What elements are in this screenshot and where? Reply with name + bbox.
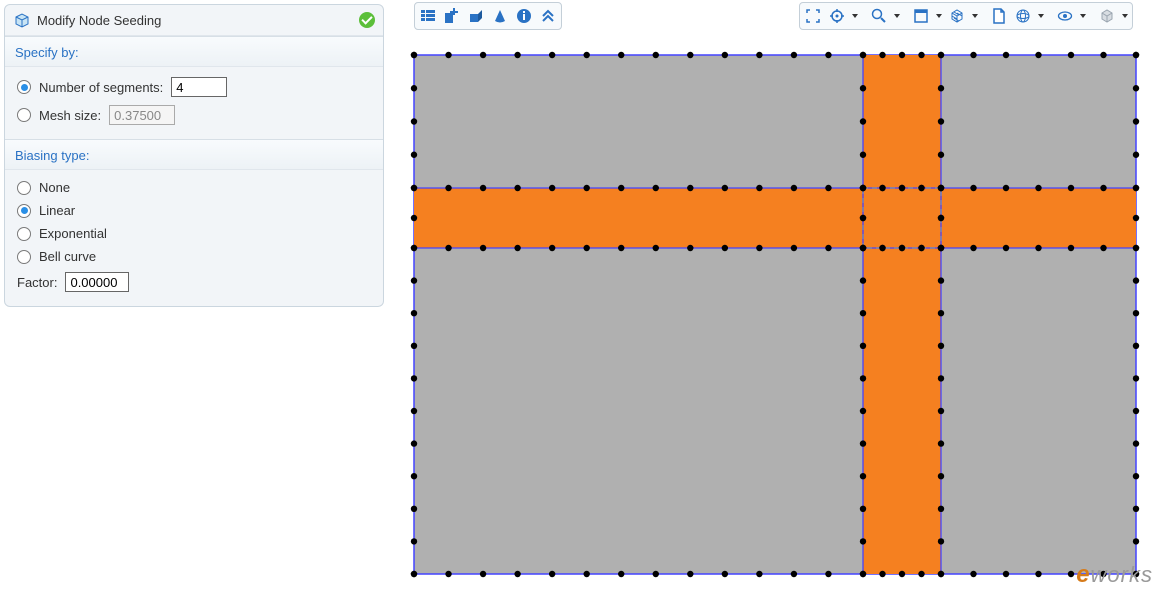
specify-by-section: Specify by: Number of segments: Mesh siz…	[5, 36, 383, 139]
page-icon[interactable]	[988, 5, 1010, 27]
mesh-viewport[interactable]	[402, 34, 1150, 590]
check-ok-icon	[359, 12, 375, 28]
window-dropdown[interactable]	[934, 5, 944, 27]
fit-view-icon[interactable]	[802, 5, 824, 27]
modify-node-seeding-panel: Modify Node Seeding Specify by: Number o…	[4, 4, 384, 307]
specify-by-title: Specify by:	[5, 37, 383, 67]
target-icon[interactable]	[826, 5, 848, 27]
shaded-cube-icon[interactable]	[1096, 5, 1118, 27]
biasing-type-section: Biasing type: None Linear Exponential Be…	[5, 139, 383, 306]
zoom-icon[interactable]	[868, 5, 890, 27]
radio-none[interactable]	[17, 181, 31, 195]
sphere-wireframe-icon[interactable]	[1012, 5, 1034, 27]
none-label: None	[39, 180, 70, 195]
radio-number-of-segments[interactable]	[17, 80, 31, 94]
toolbar-left	[414, 2, 562, 30]
eye-dropdown[interactable]	[1078, 5, 1088, 27]
eye-icon[interactable]	[1054, 5, 1076, 27]
shaded-cube-dropdown[interactable]	[1120, 5, 1130, 27]
list-view-icon[interactable]	[417, 5, 439, 27]
info-icon[interactable]	[513, 5, 535, 27]
panel-header: Modify Node Seeding	[5, 5, 383, 36]
panel-title: Modify Node Seeding	[37, 13, 359, 28]
factor-label: Factor:	[17, 275, 57, 290]
meshsize-input	[109, 105, 175, 125]
radio-bell-curve[interactable]	[17, 250, 31, 264]
collapse-up-icon[interactable]	[537, 5, 559, 27]
3d-cube-dropdown[interactable]	[970, 5, 980, 27]
window-icon[interactable]	[910, 5, 932, 27]
zoom-dropdown[interactable]	[892, 5, 902, 27]
cone-icon[interactable]	[489, 5, 511, 27]
target-dropdown[interactable]	[850, 5, 860, 27]
bell-label: Bell curve	[39, 249, 96, 264]
radio-mesh-size[interactable]	[17, 108, 31, 122]
radio-exponential[interactable]	[17, 227, 31, 241]
add-part-icon[interactable]	[441, 5, 463, 27]
segments-input[interactable]	[171, 77, 227, 97]
radio-linear[interactable]	[17, 204, 31, 218]
exponential-label: Exponential	[39, 226, 107, 241]
shape-icon[interactable]	[465, 5, 487, 27]
cube-icon	[13, 11, 31, 29]
3d-cube-icon[interactable]	[946, 5, 968, 27]
factor-input[interactable]	[65, 272, 129, 292]
biasing-title: Biasing type:	[5, 140, 383, 170]
meshsize-label: Mesh size:	[39, 108, 101, 123]
segments-label: Number of segments:	[39, 80, 163, 95]
sphere-dropdown[interactable]	[1036, 5, 1046, 27]
toolbar-right	[799, 2, 1133, 30]
linear-label: Linear	[39, 203, 75, 218]
